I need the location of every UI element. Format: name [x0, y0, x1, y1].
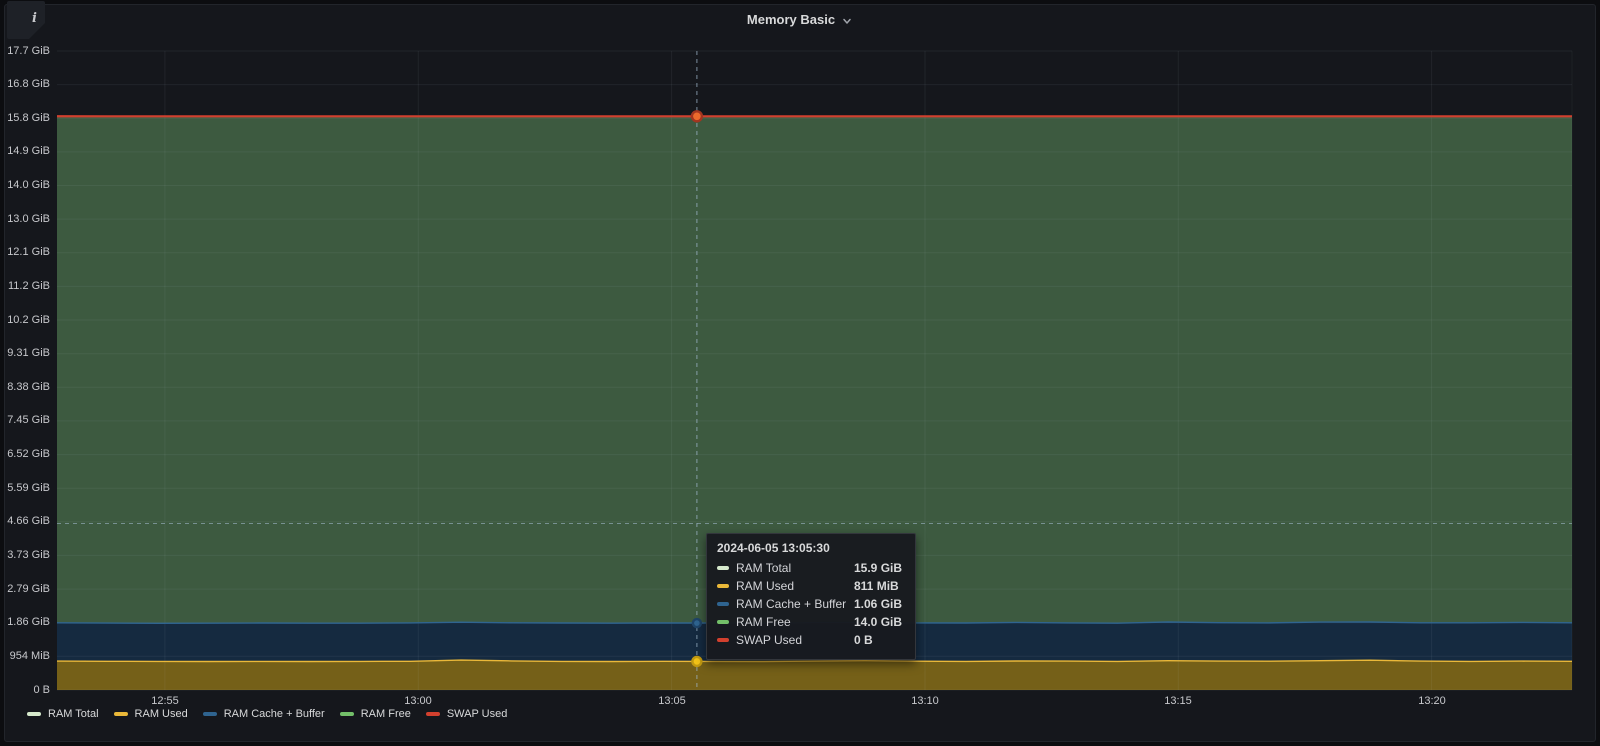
y-axis-tick-label: 10.2 GiB — [0, 314, 50, 327]
x-axis-tick-label: 12:55 — [151, 695, 179, 707]
tooltip-series-swatch — [717, 638, 729, 642]
y-axis-tick-label: 3.73 GiB — [0, 549, 50, 562]
legend-series-swatch — [203, 712, 217, 716]
tooltip-series-value: 14.0 GiB — [854, 615, 902, 629]
tooltip-row: SWAP Used0 B — [717, 633, 905, 647]
chart-tooltip: 2024-06-05 13:05:30 RAM Total15.9 GiBRAM… — [706, 533, 916, 660]
y-axis-tick-label: 2.79 GiB — [0, 583, 50, 596]
chevron-down-icon[interactable] — [841, 15, 853, 27]
tooltip-row: RAM Cache + Buffer1.06 GiB — [717, 597, 905, 611]
y-axis-tick-label: 6.52 GiB — [0, 448, 50, 461]
tooltip-row: RAM Total15.9 GiB — [717, 561, 905, 575]
y-axis-tick-label: 16.8 GiB — [0, 78, 50, 91]
y-axis-tick-label: 17.7 GiB — [0, 45, 50, 58]
tooltip-series-label: RAM Used — [736, 579, 854, 593]
tooltip-row: RAM Free14.0 GiB — [717, 615, 905, 629]
area-ram-used — [57, 660, 1572, 690]
y-axis-tick-label: 14.0 GiB — [0, 179, 50, 192]
legend-item-ram-total[interactable]: RAM Total — [27, 708, 99, 720]
y-axis-tick-label: 7.45 GiB — [0, 414, 50, 427]
tooltip-series-label: RAM Free — [736, 615, 854, 629]
y-axis-tick-label: 954 MiB — [0, 650, 50, 663]
x-axis-tick-label: 13:15 — [1164, 695, 1192, 707]
y-axis-tick-label: 14.9 GiB — [0, 145, 50, 158]
x-axis-tick-label: 13:00 — [404, 695, 432, 707]
y-axis-tick-label: 5.59 GiB — [0, 482, 50, 495]
panel-header: Memory Basic — [0, 0, 1600, 38]
legend-series-label: SWAP Used — [447, 708, 508, 720]
y-axis-tick-label: 8.38 GiB — [0, 381, 50, 394]
x-axis-tick-label: 13:10 — [911, 695, 939, 707]
hover-point-ram-used — [692, 657, 701, 666]
info-icon[interactable]: i — [32, 11, 37, 26]
tooltip-series-value: 811 MiB — [854, 579, 899, 593]
legend-item-ram-cache-buffer[interactable]: RAM Cache + Buffer — [203, 708, 325, 720]
tooltip-series-value: 1.06 GiB — [854, 597, 902, 611]
legend-item-swap-used[interactable]: SWAP Used — [426, 708, 508, 720]
legend-series-label: RAM Cache + Buffer — [224, 708, 325, 720]
y-axis-tick-label: 4.66 GiB — [0, 515, 50, 528]
y-axis-tick-label: 13.0 GiB — [0, 213, 50, 226]
legend-series-label: RAM Total — [48, 708, 99, 720]
y-axis-tick-label: 1.86 GiB — [0, 616, 50, 629]
y-axis-tick-label: 9.31 GiB — [0, 347, 50, 360]
x-axis-tick-label: 13:05 — [658, 695, 686, 707]
chart-legend: RAM Total RAM Used RAM Cache + Buffer RAM F… — [27, 708, 507, 720]
legend-item-ram-free[interactable]: RAM Free — [340, 708, 411, 720]
x-axis-tick-label: 13:20 — [1418, 695, 1446, 707]
legend-series-swatch — [426, 712, 440, 716]
legend-series-swatch — [114, 712, 128, 716]
tooltip-timestamp: 2024-06-05 13:05:30 — [717, 541, 905, 555]
y-axis-tick-label: 0 B — [0, 684, 50, 697]
legend-item-ram-used[interactable]: RAM Used — [114, 708, 188, 720]
legend-series-swatch — [27, 712, 41, 716]
tooltip-series-swatch — [717, 584, 729, 588]
tooltip-row: RAM Used811 MiB — [717, 579, 905, 593]
tooltip-series-swatch — [717, 620, 729, 624]
legend-series-label: RAM Free — [361, 708, 411, 720]
legend-series-label: RAM Used — [135, 708, 188, 720]
tooltip-series-value: 0 B — [854, 633, 873, 647]
tooltip-series-label: RAM Total — [736, 561, 854, 575]
tooltip-series-label: SWAP Used — [736, 633, 854, 647]
tooltip-series-label: RAM Cache + Buffer — [736, 597, 854, 611]
y-axis-tick-label: 11.2 GiB — [0, 280, 50, 293]
hover-point-ram-cache-buffer — [693, 619, 701, 627]
hover-point-swap-used — [692, 111, 702, 121]
y-axis-tick-label: 15.8 GiB — [0, 112, 50, 125]
tooltip-series-swatch — [717, 566, 729, 570]
panel-title[interactable]: Memory Basic — [747, 12, 835, 27]
tooltip-series-value: 15.9 GiB — [854, 561, 902, 575]
legend-series-swatch — [340, 712, 354, 716]
tooltip-series-swatch — [717, 602, 729, 606]
y-axis-tick-label: 12.1 GiB — [0, 246, 50, 259]
